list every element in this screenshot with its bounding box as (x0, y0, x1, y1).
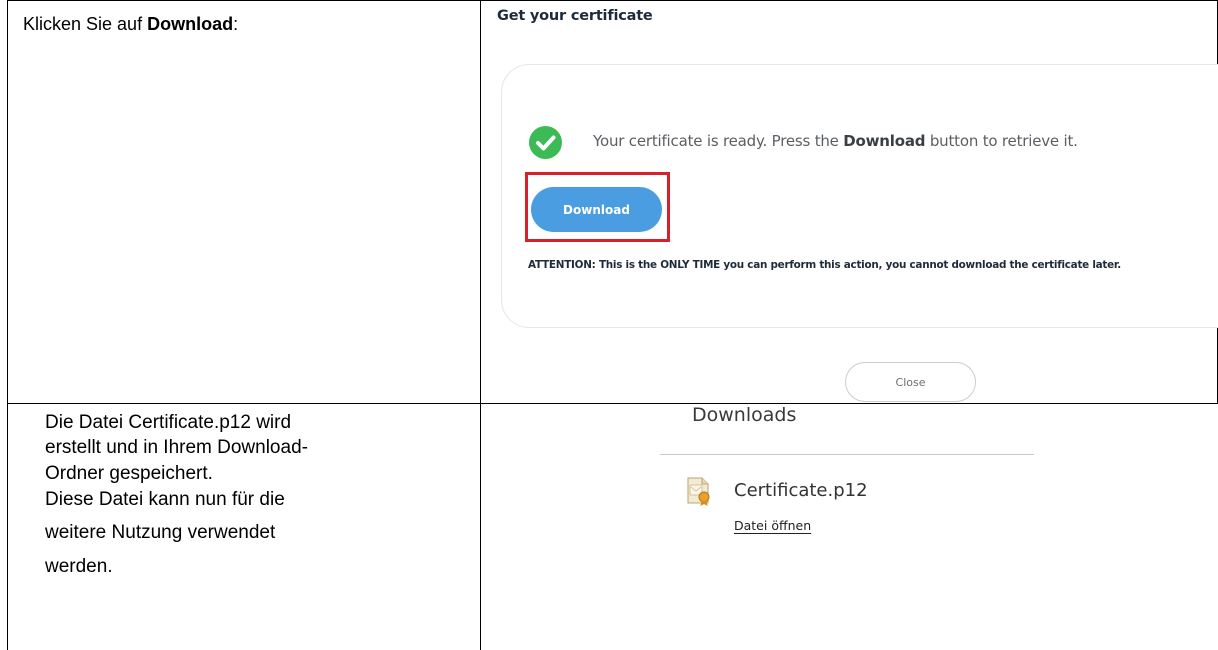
instruction-suffix: : (233, 14, 239, 34)
dialog-title: Get your certificate (497, 8, 653, 24)
status-prefix: Your certificate is ready. Press the (593, 132, 844, 150)
table-border-top (7, 0, 1218, 1)
close-button[interactable]: Close (845, 362, 976, 402)
instruction-prefix: Klicken Sie auf (23, 14, 148, 34)
instruction-text: Klicken Sie auf Download: (23, 13, 238, 35)
status-bold: Download (843, 132, 926, 150)
description-line: werden. (45, 556, 113, 577)
attention-notice: ATTENTION: This is the ONLY TIME you can… (528, 259, 1122, 271)
success-check-icon (529, 126, 562, 159)
description-line: weitere Nutzung verwendet (45, 522, 276, 543)
open-file-link[interactable]: Datei öffnen (734, 518, 811, 533)
status-suffix: button to retrieve it. (925, 132, 1078, 150)
table-row-divider (7, 403, 1218, 404)
description-line: Die Datei Certificate.p12 wird (45, 412, 292, 433)
certificate-file-icon[interactable] (682, 475, 714, 512)
description-line: Diese Datei kann nun für die (45, 489, 285, 510)
download-button[interactable]: Download (531, 187, 662, 232)
status-message: Your certificate is ready. Press the Dow… (593, 132, 1078, 150)
table-column-divider (480, 0, 481, 650)
description-line: erstellt und in Ihrem Download- (45, 437, 308, 458)
description-line: Ordner gespeichert. (45, 463, 213, 484)
downloaded-file-name[interactable]: Certificate.p12 (734, 480, 868, 501)
downloads-heading: Downloads (692, 404, 797, 426)
instruction-bold: Download (147, 14, 234, 34)
table-border-left (7, 0, 8, 650)
downloads-divider (660, 454, 1034, 455)
